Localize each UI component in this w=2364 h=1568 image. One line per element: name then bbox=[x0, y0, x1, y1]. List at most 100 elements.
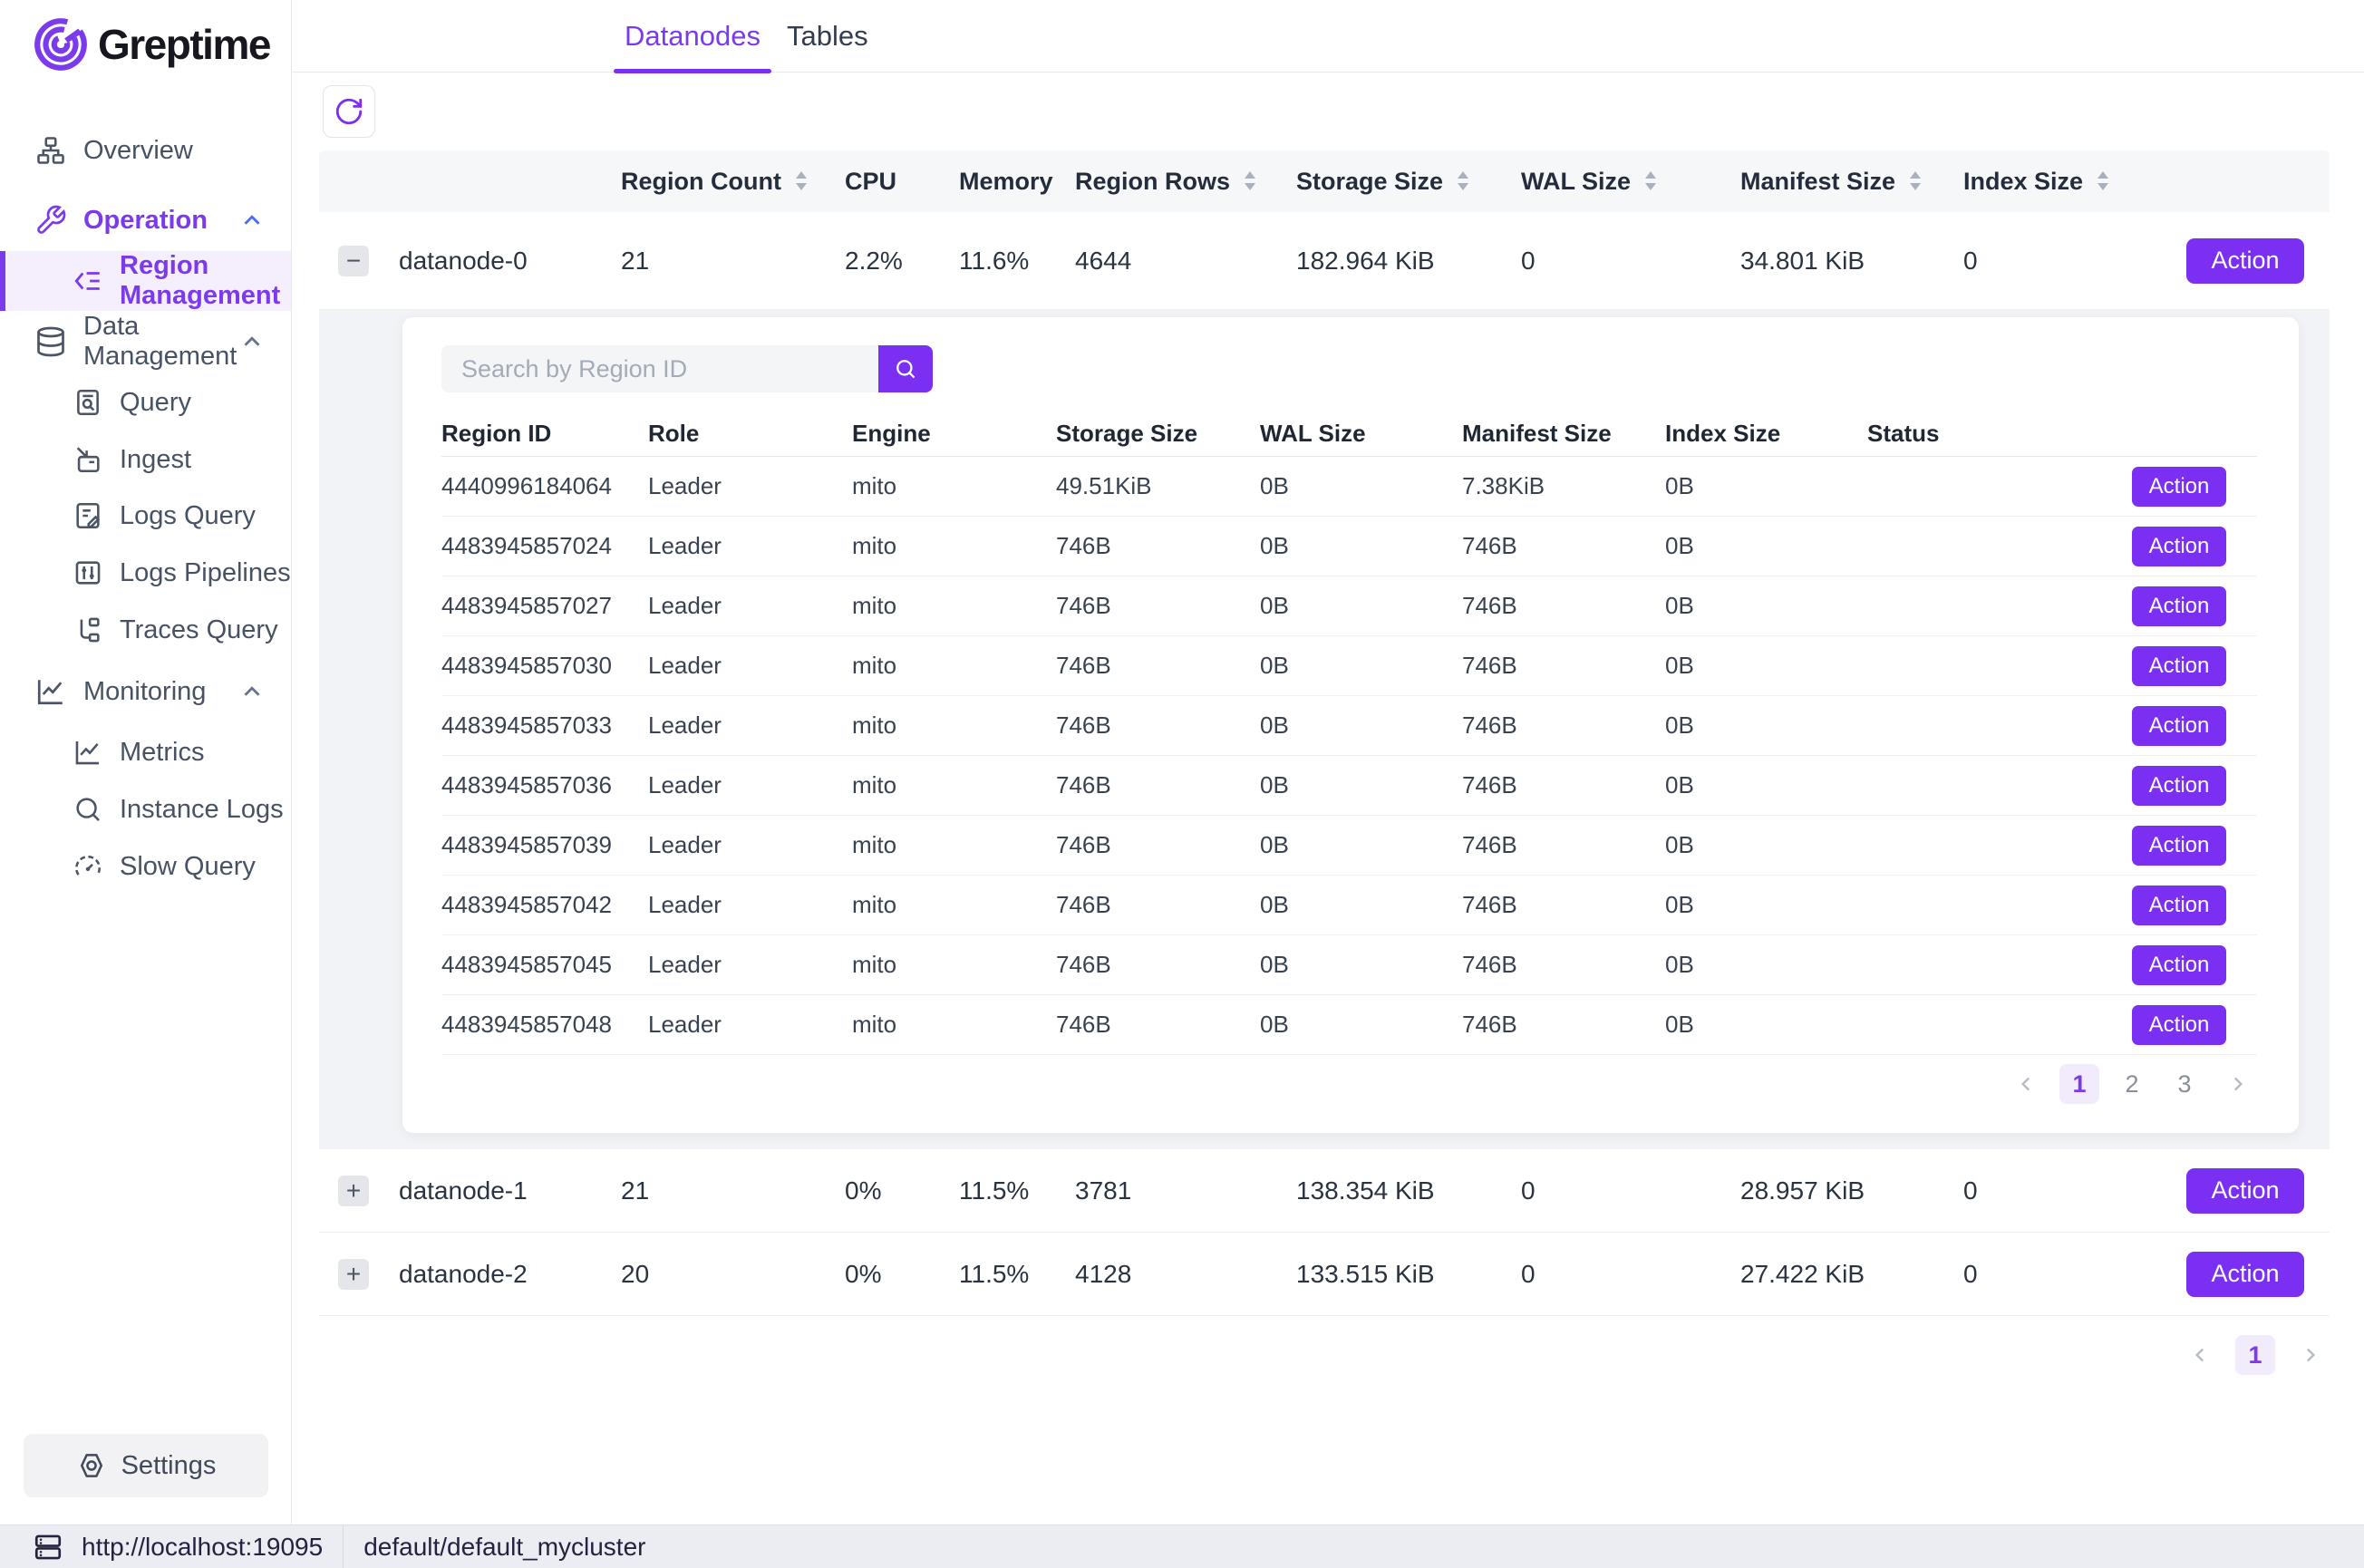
sidebar-item-query[interactable]: Query bbox=[0, 375, 291, 430]
sidebar-section-operation[interactable]: Operation bbox=[0, 193, 291, 247]
page-button-2[interactable]: 2 bbox=[2112, 1064, 2152, 1104]
datanode-action-button[interactable]: Action bbox=[2186, 1168, 2304, 1214]
region-action-button[interactable]: Action bbox=[2132, 1005, 2226, 1045]
manifest-size-value: 746B bbox=[1462, 951, 1665, 979]
server-url[interactable]: http://localhost:19095 bbox=[82, 1533, 323, 1562]
sidebar-item-overview[interactable]: Overview bbox=[0, 123, 291, 178]
page-button-1[interactable]: 1 bbox=[2059, 1064, 2099, 1104]
next-page-icon[interactable] bbox=[2217, 1064, 2257, 1104]
sidebar-item-metrics[interactable]: Metrics bbox=[0, 725, 291, 779]
expand-row-button[interactable]: + bbox=[338, 1176, 369, 1206]
greptime-dashboard: Greptime Overview Operation bbox=[0, 0, 2364, 1568]
memory-value: 11.6% bbox=[959, 247, 1075, 276]
manifest-size-value: 746B bbox=[1462, 532, 1665, 560]
settings-button[interactable]: Settings bbox=[24, 1434, 268, 1497]
sidebar-section-monitoring[interactable]: Monitoring bbox=[0, 664, 291, 719]
region-table-row: 4483945857036 Leader mito 746B 0B 746B 0… bbox=[441, 756, 2257, 816]
page-button-3[interactable]: 3 bbox=[2165, 1064, 2204, 1104]
column-role: Role bbox=[648, 420, 852, 448]
previous-page-icon[interactable] bbox=[2181, 1335, 2221, 1375]
datanode-name: datanode-1 bbox=[399, 1176, 621, 1205]
sidebar-item-logs-pipelines[interactable]: Logs Pipelines bbox=[0, 546, 291, 600]
region-count-value: 21 bbox=[621, 247, 845, 276]
datanode-row: + datanode-2 20 0% 11.5% 4128 133.515 Ki… bbox=[319, 1233, 2330, 1316]
role-value: Leader bbox=[648, 592, 852, 620]
sidebar-item-label: Slow Query bbox=[120, 852, 256, 882]
sort-icon[interactable] bbox=[1906, 169, 1924, 193]
region-table-row: 4483945857042 Leader mito 746B 0B 746B 0… bbox=[441, 876, 2257, 935]
brand-name: Greptime bbox=[98, 20, 270, 69]
sidebar-item-traces-query[interactable]: Traces Query bbox=[0, 603, 291, 657]
column-manifest-size: Manifest Size bbox=[1740, 168, 1963, 196]
region-action-button[interactable]: Action bbox=[2132, 886, 2226, 925]
refresh-button[interactable] bbox=[323, 85, 375, 138]
wal-size-value: 0B bbox=[1260, 592, 1462, 620]
region-table-row: 4483945857039 Leader mito 746B 0B 746B 0… bbox=[441, 816, 2257, 876]
tab-label: Tables bbox=[787, 20, 868, 53]
datanode-action-button[interactable]: Action bbox=[2186, 1252, 2304, 1297]
sort-icon[interactable] bbox=[1642, 169, 1660, 193]
sidebar-section-data-management[interactable]: Data Management bbox=[0, 315, 291, 369]
tab-tables[interactable]: Tables bbox=[787, 0, 868, 73]
wal-size-value: 0B bbox=[1260, 711, 1462, 740]
sidebar-item-label: Query bbox=[120, 388, 191, 418]
region-search-button[interactable] bbox=[878, 345, 933, 392]
manifest-size-value: 27.422 KiB bbox=[1740, 1260, 1963, 1289]
region-id-value: 4483945857033 bbox=[441, 711, 648, 740]
tab-datanodes[interactable]: Datanodes bbox=[625, 0, 761, 73]
datanodes-pagination: 1 bbox=[319, 1335, 2330, 1375]
region-action-button[interactable]: Action bbox=[2132, 586, 2226, 626]
chevron-up-icon[interactable] bbox=[238, 328, 266, 355]
sort-icon[interactable] bbox=[1454, 169, 1472, 193]
sidebar-item-label: Instance Logs bbox=[120, 795, 284, 825]
datanode-action-button[interactable]: Action bbox=[2186, 238, 2304, 284]
region-table-row: 4483945857048 Leader mito 746B 0B 746B 0… bbox=[441, 995, 2257, 1055]
sort-icon[interactable] bbox=[2094, 169, 2112, 193]
manifest-size-value: 7.38KiB bbox=[1462, 472, 1665, 500]
cpu-value: 0% bbox=[845, 1176, 959, 1205]
collapse-row-button[interactable]: − bbox=[338, 246, 369, 276]
sidebar-item-instance-logs[interactable]: Instance Logs bbox=[0, 782, 291, 837]
sidebar-item-label: Ingest bbox=[120, 445, 191, 475]
wal-size-value: 0B bbox=[1260, 831, 1462, 859]
wal-size-value: 0 bbox=[1521, 1176, 1740, 1205]
page-button-1[interactable]: 1 bbox=[2235, 1335, 2275, 1375]
region-action-button[interactable]: Action bbox=[2132, 766, 2226, 806]
region-action-button[interactable]: Action bbox=[2132, 826, 2226, 866]
ingest-icon bbox=[73, 444, 103, 475]
region-table-header: Region ID Role Engine Storage Size WAL S… bbox=[441, 411, 2257, 457]
sidebar-item-logs-query[interactable]: Logs Query bbox=[0, 489, 291, 543]
sidebar-item-label: Logs Query bbox=[120, 501, 256, 531]
expand-row-button[interactable]: + bbox=[338, 1259, 369, 1290]
region-id-value: 4440996184064 bbox=[441, 472, 648, 500]
column-manifest-size: Manifest Size bbox=[1462, 420, 1665, 448]
next-page-icon[interactable] bbox=[2290, 1335, 2330, 1375]
region-search-input[interactable] bbox=[441, 345, 878, 392]
chevron-up-icon[interactable] bbox=[238, 207, 266, 234]
region-action-button[interactable]: Action bbox=[2132, 945, 2226, 985]
sort-icon[interactable] bbox=[792, 169, 810, 193]
role-value: Leader bbox=[648, 1011, 852, 1039]
sidebar-item-region-management[interactable]: Region Management bbox=[0, 251, 291, 311]
tree-branch-icon bbox=[73, 615, 103, 645]
manifest-size-value: 746B bbox=[1462, 652, 1665, 680]
column-engine: Engine bbox=[852, 420, 1056, 448]
storage-size-value: 746B bbox=[1056, 831, 1260, 859]
region-action-button[interactable]: Action bbox=[2132, 527, 2226, 566]
region-action-button[interactable]: Action bbox=[2132, 646, 2226, 686]
greptime-logo: Greptime bbox=[31, 15, 270, 74]
region-action-button[interactable]: Action bbox=[2132, 706, 2226, 746]
wal-size-value: 0B bbox=[1260, 771, 1462, 799]
gauge-icon bbox=[73, 851, 103, 882]
sort-icon[interactable] bbox=[1241, 169, 1259, 193]
previous-page-icon[interactable] bbox=[2007, 1064, 2047, 1104]
region-action-button[interactable]: Action bbox=[2132, 467, 2226, 507]
cluster-name[interactable]: default/default_mycluster bbox=[363, 1533, 645, 1562]
sidebar-item-ingest[interactable]: Ingest bbox=[0, 432, 291, 487]
region-table-row: 4440996184064 Leader mito 49.51KiB 0B 7.… bbox=[441, 457, 2257, 517]
sidebar: Greptime Overview Operation bbox=[0, 0, 292, 1524]
sidebar-item-slow-query[interactable]: Slow Query bbox=[0, 839, 291, 894]
sidebar-section-label: Monitoring bbox=[83, 677, 206, 707]
tab-label: Datanodes bbox=[625, 20, 761, 53]
chevron-up-icon[interactable] bbox=[238, 678, 266, 705]
